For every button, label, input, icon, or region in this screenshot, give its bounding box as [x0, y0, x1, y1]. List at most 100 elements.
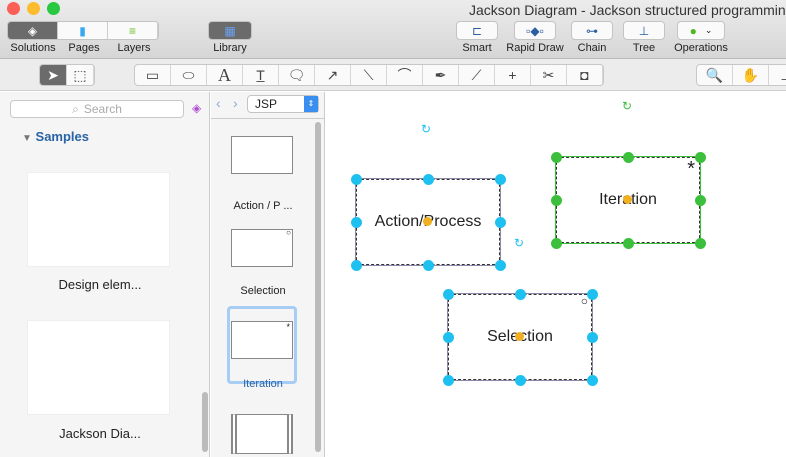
resize-handle[interactable] — [494, 173, 506, 185]
control-point-handle[interactable] — [623, 195, 632, 204]
library-button[interactable]: ▦ — [208, 21, 252, 40]
scrollbar[interactable] — [315, 122, 321, 452]
resize-handle[interactable] — [422, 173, 434, 185]
solutions-icon: ◈ — [27, 23, 38, 38]
operations-button[interactable]: ● ⌄ — [677, 21, 725, 40]
text-select-tool-icon[interactable]: ⬚ — [67, 65, 94, 85]
arc-tool-icon[interactable]: ⌒ — [387, 65, 423, 85]
shape-tool-icon[interactable]: ◘ — [567, 65, 603, 85]
library-shape-selection[interactable]: ○ — [231, 228, 293, 267]
chain-button[interactable]: ⊶ — [571, 21, 613, 40]
rotate-handle-icon[interactable]: ↻ — [421, 122, 431, 136]
search-input[interactable]: ⌕ Search — [10, 100, 184, 118]
minimize-window-button[interactable] — [27, 2, 40, 15]
sample-thumbnail[interactable] — [27, 320, 170, 415]
resize-handle[interactable] — [350, 173, 362, 185]
canvas[interactable]: Action/Process Iteration* Selection○ ↻ ↻… — [326, 92, 786, 457]
search-placeholder: Search — [83, 102, 122, 116]
search-options-icon[interactable]: ◈ — [192, 101, 201, 115]
library-select[interactable]: JSP ⇕ — [247, 95, 319, 113]
library-panel: ‹ › JSP ⇕ Action / P ... ○ Selection * I… — [211, 92, 325, 457]
resize-handle[interactable] — [514, 288, 526, 300]
resize-handle[interactable] — [694, 237, 706, 249]
text-tool-icon[interactable]: A — [207, 65, 243, 85]
samples-section[interactable]: ▼ Samples — [22, 129, 89, 144]
select-tool-icon[interactable]: ➤ — [40, 65, 67, 85]
sample-label[interactable]: Design elem... — [20, 277, 180, 292]
library-shape-action[interactable] — [231, 136, 293, 174]
control-point-handle[interactable] — [423, 217, 432, 226]
resize-handle[interactable] — [694, 194, 706, 206]
back-icon[interactable]: ‹ — [216, 95, 221, 111]
triangle-down-icon: ▼ — [22, 133, 32, 144]
window-title: Jackson Diagram - Jackson structured pro… — [469, 2, 786, 18]
resize-handle[interactable] — [442, 374, 454, 386]
sample-thumbnail[interactable] — [27, 172, 170, 267]
search-icon: ⌕ — [72, 101, 79, 116]
select-arrows-icon: ⇕ — [304, 96, 318, 112]
smart-button[interactable]: ⊏ — [456, 21, 498, 40]
rapid-draw-icon: ▫◆▫ — [526, 23, 544, 38]
sample-label[interactable]: Jackson Dia... — [20, 426, 180, 441]
circle-marker-icon: ○ — [286, 228, 291, 237]
resize-handle[interactable] — [586, 331, 598, 343]
resize-handle[interactable] — [494, 216, 506, 228]
chain-icon: ⊶ — [586, 23, 598, 38]
add-point-tool-icon[interactable]: + — [495, 65, 531, 85]
layers-button[interactable]: ≡ — [108, 22, 158, 39]
rotate-handle-icon[interactable]: ↻ — [622, 99, 632, 113]
resize-handle[interactable] — [350, 259, 362, 271]
arrow-tool-icon[interactable]: ↗ — [315, 65, 351, 85]
library-shape-iteration[interactable]: * — [231, 321, 293, 359]
smart-icon: ⊏ — [471, 23, 483, 38]
resize-handle[interactable] — [694, 151, 706, 163]
drawing-toolbar: ➤ ⬚ ▭ ⬭ A T̲ 🗨 ↗ ⟍ ⌒ ✒ ⟋ + ✂ ◘ 🔍 ✋ ⊥ — [0, 59, 786, 91]
resize-handle[interactable] — [550, 151, 562, 163]
hand-tool-icon[interactable]: ✋ — [733, 65, 769, 85]
samples-label: Samples — [35, 129, 90, 144]
ellipse-tool-icon[interactable]: ⬭ — [171, 65, 207, 85]
library-select-value: JSP — [255, 97, 278, 111]
rectangle-tool-icon[interactable]: ▭ — [135, 65, 171, 85]
pages-button[interactable]: ▮ — [58, 22, 108, 39]
resize-handle[interactable] — [442, 331, 454, 343]
tree-button[interactable]: ⊥ — [623, 21, 665, 40]
cut-tool-icon[interactable]: ✂ — [531, 65, 567, 85]
asterisk-marker-icon: * — [286, 322, 290, 332]
resize-handle[interactable] — [586, 288, 598, 300]
zoom-tool-icon[interactable]: 🔍 — [697, 65, 733, 85]
rotate-handle-icon[interactable]: ↻ — [514, 236, 524, 250]
resize-handle[interactable] — [350, 216, 362, 228]
callout-tool-icon[interactable]: 🗨 — [279, 65, 315, 85]
asterisk-marker: * — [687, 158, 695, 180]
library-shape-parallel[interactable] — [231, 414, 293, 454]
textbox-tool-icon[interactable]: T̲ — [243, 65, 279, 85]
control-point-handle[interactable] — [515, 332, 524, 341]
resize-handle[interactable] — [514, 374, 526, 386]
library-label: Library — [213, 42, 247, 54]
line-tool-icon[interactable]: ⟍ — [351, 65, 387, 85]
scrollbar[interactable] — [202, 392, 208, 452]
stamp-tool-icon[interactable]: ⊥ — [769, 65, 786, 85]
forward-icon[interactable]: › — [233, 95, 238, 111]
operations-label: Operations — [674, 42, 728, 54]
resize-handle[interactable] — [442, 288, 454, 300]
resize-handle[interactable] — [622, 151, 634, 163]
edit-points-tool-icon[interactable]: ⟋ — [459, 65, 495, 85]
resize-handle[interactable] — [494, 259, 506, 271]
operations-icon: ● — [689, 23, 697, 38]
resize-handle[interactable] — [586, 374, 598, 386]
pages-icon: ▮ — [79, 23, 86, 38]
solutions-button[interactable]: ◈ — [8, 22, 58, 39]
rapid-draw-button[interactable]: ▫◆▫ — [514, 21, 556, 40]
resize-handle[interactable] — [550, 237, 562, 249]
resize-handle[interactable] — [622, 237, 634, 249]
resize-handle[interactable] — [422, 259, 434, 271]
library-icon: ▦ — [224, 23, 236, 38]
zoom-window-button[interactable] — [47, 2, 60, 15]
close-window-button[interactable] — [7, 2, 20, 15]
pen-tool-icon[interactable]: ✒ — [423, 65, 459, 85]
resize-handle[interactable] — [550, 194, 562, 206]
library-item-label: Action / P ... — [233, 200, 293, 212]
library-item-label: Iteration — [243, 378, 283, 390]
